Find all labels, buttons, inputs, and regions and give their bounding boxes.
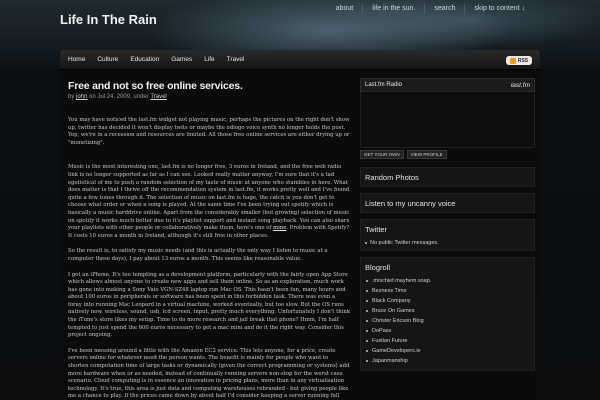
blogroll-link[interactable]: Bruce On Games <box>365 306 530 316</box>
page-container: Home Culture Education Games Life Travel… <box>60 50 540 400</box>
blogroll-link[interactable]: Fustian Future <box>365 336 530 346</box>
widget-title: Blogroll <box>365 263 391 272</box>
nav-item-education[interactable]: Education <box>124 50 165 70</box>
widget-title: Twitter <box>365 225 388 234</box>
blogroll-widget: Blogroll .mischief.mayhem.soap. Bezness … <box>360 257 535 371</box>
post-content: Free and not so free online services. by… <box>68 80 350 400</box>
rss-button[interactable]: RSS <box>506 56 532 65</box>
blogroll-link[interactable]: GameDevelopers.ie <box>365 346 530 356</box>
sidebar: Last.fm Radio last.fm Get your own View … <box>360 78 535 400</box>
mine-link[interactable]: mine <box>273 225 286 231</box>
blogroll-link[interactable]: Black Company <box>365 296 530 306</box>
twitter-message: No public Twitter messages. <box>365 238 530 250</box>
author-link[interactable]: john <box>76 94 87 100</box>
site-title[interactable]: Life In The Rain <box>60 12 157 27</box>
nav-item-home[interactable]: Home <box>60 50 91 70</box>
nav-item-games[interactable]: Games <box>165 50 198 70</box>
random-photos-widget: Random Photos <box>360 167 535 187</box>
view-profile-button[interactable]: View profile <box>406 150 447 159</box>
lastfm-buttons: Get your own View profile <box>360 148 535 161</box>
blogroll-list: .mischief.mayhem.soap. Bezness Time Blac… <box>365 276 530 370</box>
byline-date: on Jul.24, 2009, under <box>89 94 149 100</box>
blogroll-link[interactable]: .mischief.mayhem.soap. <box>365 276 530 286</box>
main-navigation: Home Culture Education Games Life Travel… <box>60 50 540 70</box>
nav-item-travel[interactable]: Travel <box>221 50 251 70</box>
paragraph-text: Music is the most interesting one, last.… <box>68 164 350 232</box>
topnav-about[interactable]: about <box>327 3 363 14</box>
post-paragraph: So the result is, to satisfy my music ne… <box>68 248 328 262</box>
bullet-icon <box>365 241 367 244</box>
blogroll-link[interactable]: Christer Ericson Blog <box>365 316 530 326</box>
blogroll-link[interactable]: Japanmanship <box>365 356 530 366</box>
lastfm-logo[interactable]: last.fm <box>511 82 530 89</box>
byline-by: by <box>68 94 75 100</box>
topnav-life-in-the-sun[interactable]: life in the sun. <box>362 3 424 14</box>
nav-item-culture[interactable]: Culture <box>91 50 124 70</box>
widget-title: Listen to my uncanny voice <box>365 199 456 208</box>
post-paragraph: Music is the most interesting one, last.… <box>68 164 350 240</box>
widget-title: Random Photos <box>365 173 419 182</box>
post-paragraph: I got an iPhone. It's too tempting as a … <box>68 271 350 339</box>
post-paragraph: I've been messing around a little with t… <box>68 347 350 400</box>
lastfm-player[interactable] <box>360 92 535 148</box>
lastfm-widget-header: Last.fm Radio last.fm <box>360 78 535 92</box>
voice-widget: Listen to my uncanny voice <box>360 193 535 213</box>
lastfm-title: Last.fm Radio <box>365 82 403 88</box>
category-link[interactable]: Travel <box>150 94 166 100</box>
blogroll-link[interactable]: Bezness Time <box>365 286 530 296</box>
top-navigation: about life in the sun. search skip to co… <box>327 3 534 14</box>
twitter-widget: Twitter No public Twitter messages. <box>360 219 535 251</box>
post-title[interactable]: Free and not so free online services. <box>68 80 350 92</box>
post-paragraph: You may have noticed the last.fm widget … <box>68 117 350 146</box>
nav-item-life[interactable]: Life <box>198 50 220 70</box>
rss-label: RSS <box>517 57 529 64</box>
topnav-search[interactable]: search <box>424 3 464 14</box>
get-your-own-button[interactable]: Get your own <box>360 150 404 159</box>
rss-icon <box>509 57 516 64</box>
blogroll-link[interactable]: DoPass <box>365 326 530 336</box>
topnav-skip-to-content[interactable]: skip to content ↓ <box>464 3 534 14</box>
